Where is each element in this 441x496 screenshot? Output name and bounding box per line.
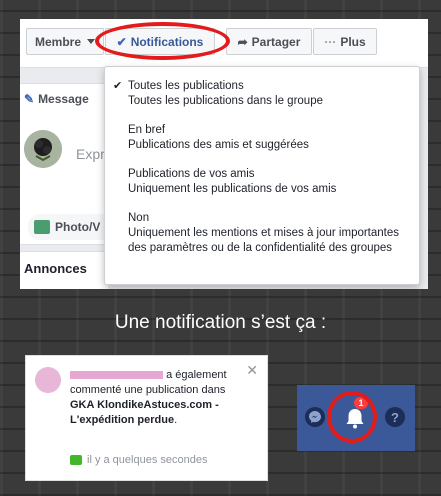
partager-button[interactable]: ➦ Partager [226,28,312,55]
option-title: Toutes les publications [128,80,244,92]
partager-label: Partager [251,34,301,49]
option-desc: Publications des amis et suggérées [128,139,309,151]
message-tab-label: Message [38,92,89,106]
photo-icon [34,220,50,234]
option-en-bref[interactable]: En bref Publications des amis et suggéré… [105,123,419,153]
option-amis[interactable]: Publications de vos amis Uniquement les … [105,167,419,197]
group-page-screenshot: Membre ✔ Notifications ➦ Partager ··· Pl… [20,19,428,289]
option-toutes[interactable]: ✔ Toutes les publications Toutes les pub… [105,79,419,109]
avatar [24,130,62,168]
option-desc: Uniquement les publications de vos amis [128,183,337,195]
group-toolbar: Membre ✔ Notifications ➦ Partager ··· Pl… [20,19,428,68]
membre-label: Membre [34,34,81,49]
notifications-dropdown: ✔ Toutes les publications Toutes les pub… [104,66,420,285]
check-icon: ✔ [113,80,123,92]
help-icon[interactable]: ? [385,407,405,427]
comment-bubble-icon [70,455,82,465]
highlight-circle [327,391,377,443]
option-non[interactable]: Non Uniquement les mentions et mises à j… [105,211,405,256]
time-label: il y a quelques secondes [87,454,208,466]
membre-button[interactable]: Membre [26,28,104,55]
avatar [35,367,61,393]
notification-period: . [174,414,178,426]
notification-time: il y a quelques secondes [70,454,207,466]
annonces-heading: Annonces [20,251,108,289]
composer: ✎ Message Expr Photo/V [20,83,118,245]
composer-input[interactable]: Expr [76,146,105,162]
messenger-icon[interactable] [305,407,325,427]
more-dots-icon: ··· [324,34,337,49]
redacted-name [70,371,163,380]
pencil-icon: ✎ [24,92,35,106]
option-title: Publications de vos amis [128,168,255,180]
facebook-nav-snippet: 1 ? [297,385,415,451]
notification-card[interactable]: a également commenté une publication dan… [25,355,268,481]
plus-label: Plus [340,34,366,49]
highlight-oval [95,22,230,60]
option-title: Non [128,212,150,224]
plus-button[interactable]: ··· Plus [313,28,377,55]
close-icon[interactable]: ✕ [246,362,258,379]
share-icon: ➦ [237,34,248,49]
option-desc: Uniquement les mentions et mises à jour … [128,227,400,254]
photo-label: Photo/V [55,220,101,234]
option-title: En bref [128,124,166,136]
option-desc: Toutes les publications dans le groupe [128,95,323,107]
group-name: GKA KlondikeAstuces.com - L'expédition p… [70,399,219,426]
notification-text: a également commenté une publication dan… [70,368,240,428]
message-tab[interactable]: ✎ Message [24,92,89,106]
caption: Une notification s’est ça : [114,312,327,333]
chevron-down-icon [87,39,95,44]
